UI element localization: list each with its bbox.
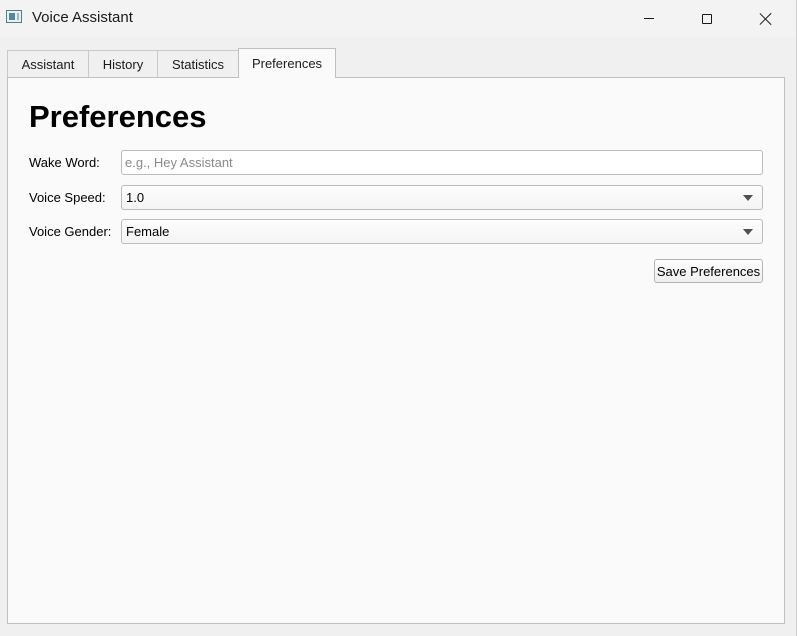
app-window-icon (6, 10, 22, 23)
minimize-icon (644, 18, 654, 19)
close-button[interactable] (737, 0, 795, 37)
voice-speed-value: 1.0 (126, 190, 145, 205)
preferences-panel: Preferences Wake Word: Voice Speed: 1.0 … (7, 77, 785, 624)
tab-statistics[interactable]: Statistics (157, 50, 239, 77)
save-preferences-button[interactable]: Save Preferences (654, 259, 763, 283)
tab-preferences[interactable]: Preferences (238, 48, 336, 78)
title-bar[interactable]: Voice Assistant (0, 0, 796, 37)
wake-word-label: Wake Word: (29, 155, 100, 170)
chevron-down-icon (743, 229, 753, 235)
tab-history[interactable]: History (88, 50, 158, 77)
tab-assistant[interactable]: Assistant (7, 50, 89, 77)
chevron-down-icon (743, 195, 753, 201)
voice-gender-value: Female (126, 224, 170, 239)
minimize-button[interactable] (620, 0, 678, 37)
tab-bar: Assistant History Statistics Preferences (7, 48, 787, 78)
page-title: Preferences (29, 99, 207, 134)
close-icon (760, 13, 772, 25)
voice-gender-label: Voice Gender: (29, 224, 112, 239)
wake-word-input[interactable] (121, 150, 763, 175)
maximize-icon (702, 13, 712, 24)
voice-gender-select[interactable]: Female (121, 219, 763, 244)
app-window: Voice Assistant Assistant History Statis… (0, 0, 797, 636)
voice-speed-select[interactable]: 1.0 (121, 185, 763, 210)
voice-speed-label: Voice Speed: (29, 190, 106, 205)
maximize-button[interactable] (678, 0, 736, 37)
window-title: Voice Assistant (32, 9, 133, 26)
